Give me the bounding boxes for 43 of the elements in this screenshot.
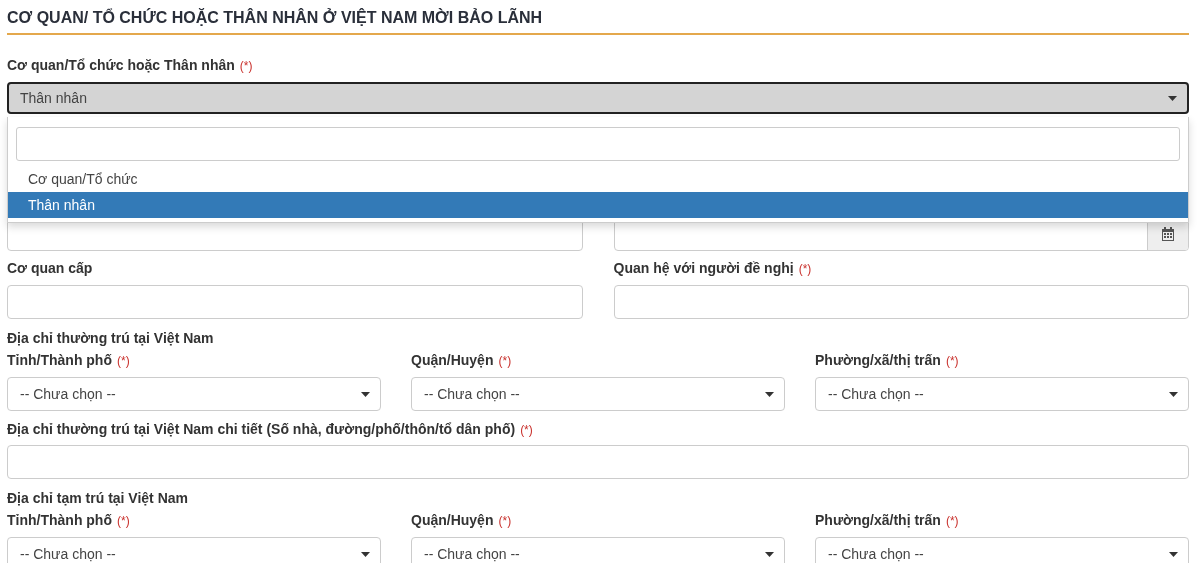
required-mark: (*)	[945, 353, 959, 370]
caret-icon	[361, 391, 370, 397]
required-mark: (*)	[498, 513, 512, 530]
caret-icon	[361, 551, 370, 557]
caret-icon	[1169, 391, 1178, 397]
section-label: Địa chỉ tạm trú tại Việt Nam	[7, 489, 188, 507]
required-mark: (*)	[945, 513, 959, 530]
field-label: Quận/Huyện	[411, 511, 494, 529]
select-field[interactable]: Thân nhân	[7, 82, 1189, 114]
caret-icon	[765, 551, 774, 557]
required-mark: (*)	[520, 422, 533, 439]
select-field[interactable]: -- Chưa chọn --	[411, 537, 785, 563]
search-field[interactable]	[16, 127, 1180, 161]
field-label: Địa chỉ thường trú tại Việt Nam chi tiết (Số nhà, đường/phố/thôn/tổ dân phố)	[7, 420, 516, 438]
input-field[interactable]	[613, 285, 1189, 319]
field-label: Quan hệ với người đề nghị	[613, 259, 794, 277]
input-field[interactable]	[7, 285, 583, 319]
select-field[interactable]: -- Chưa chọn --	[7, 377, 381, 411]
calendar-icon	[1161, 227, 1175, 241]
section-label: Địa chỉ thường trú tại Việt Nam	[7, 329, 214, 347]
field-label: Tỉnh/Thành phố	[7, 351, 112, 369]
field-label: Phường/xã/thị trấn	[815, 351, 941, 369]
select-field[interactable]: -- Chưa chọn --	[815, 377, 1189, 411]
field-label: Phường/xã/thị trấn	[815, 511, 941, 529]
caret-icon	[1168, 95, 1177, 101]
required-mark: (*)	[798, 261, 812, 278]
input-field[interactable]	[7, 445, 1189, 479]
field-label: Quận/Huyện	[411, 351, 494, 369]
field-label: Tỉnh/Thành phố	[7, 511, 112, 529]
field-label: Cơ quan/Tổ chức hoặc Thân nhân	[7, 56, 235, 74]
field-label: Cơ quan cấp	[7, 259, 93, 277]
required-mark: (*)	[117, 513, 130, 530]
select-field[interactable]: -- Chưa chọn --	[815, 537, 1189, 563]
caret-icon	[1169, 551, 1178, 557]
caret-icon	[765, 391, 774, 397]
select-field[interactable]: -- Chưa chọn --	[7, 537, 381, 563]
required-mark: (*)	[239, 58, 253, 75]
dropdown-option[interactable]: Thân nhân	[8, 192, 1188, 218]
select-field[interactable]: -- Chưa chọn --	[411, 377, 785, 411]
section-title: CƠ QUAN/ TỔ CHỨC HOẶC THÂN NHÂN Ở VIỆT NAM MỜI BẢO LÃNH	[7, 9, 1189, 35]
required-mark: (*)	[117, 353, 130, 370]
required-mark: (*)	[498, 353, 512, 370]
dropdown-option[interactable]: Cơ quan/Tổ chức	[8, 166, 1188, 192]
